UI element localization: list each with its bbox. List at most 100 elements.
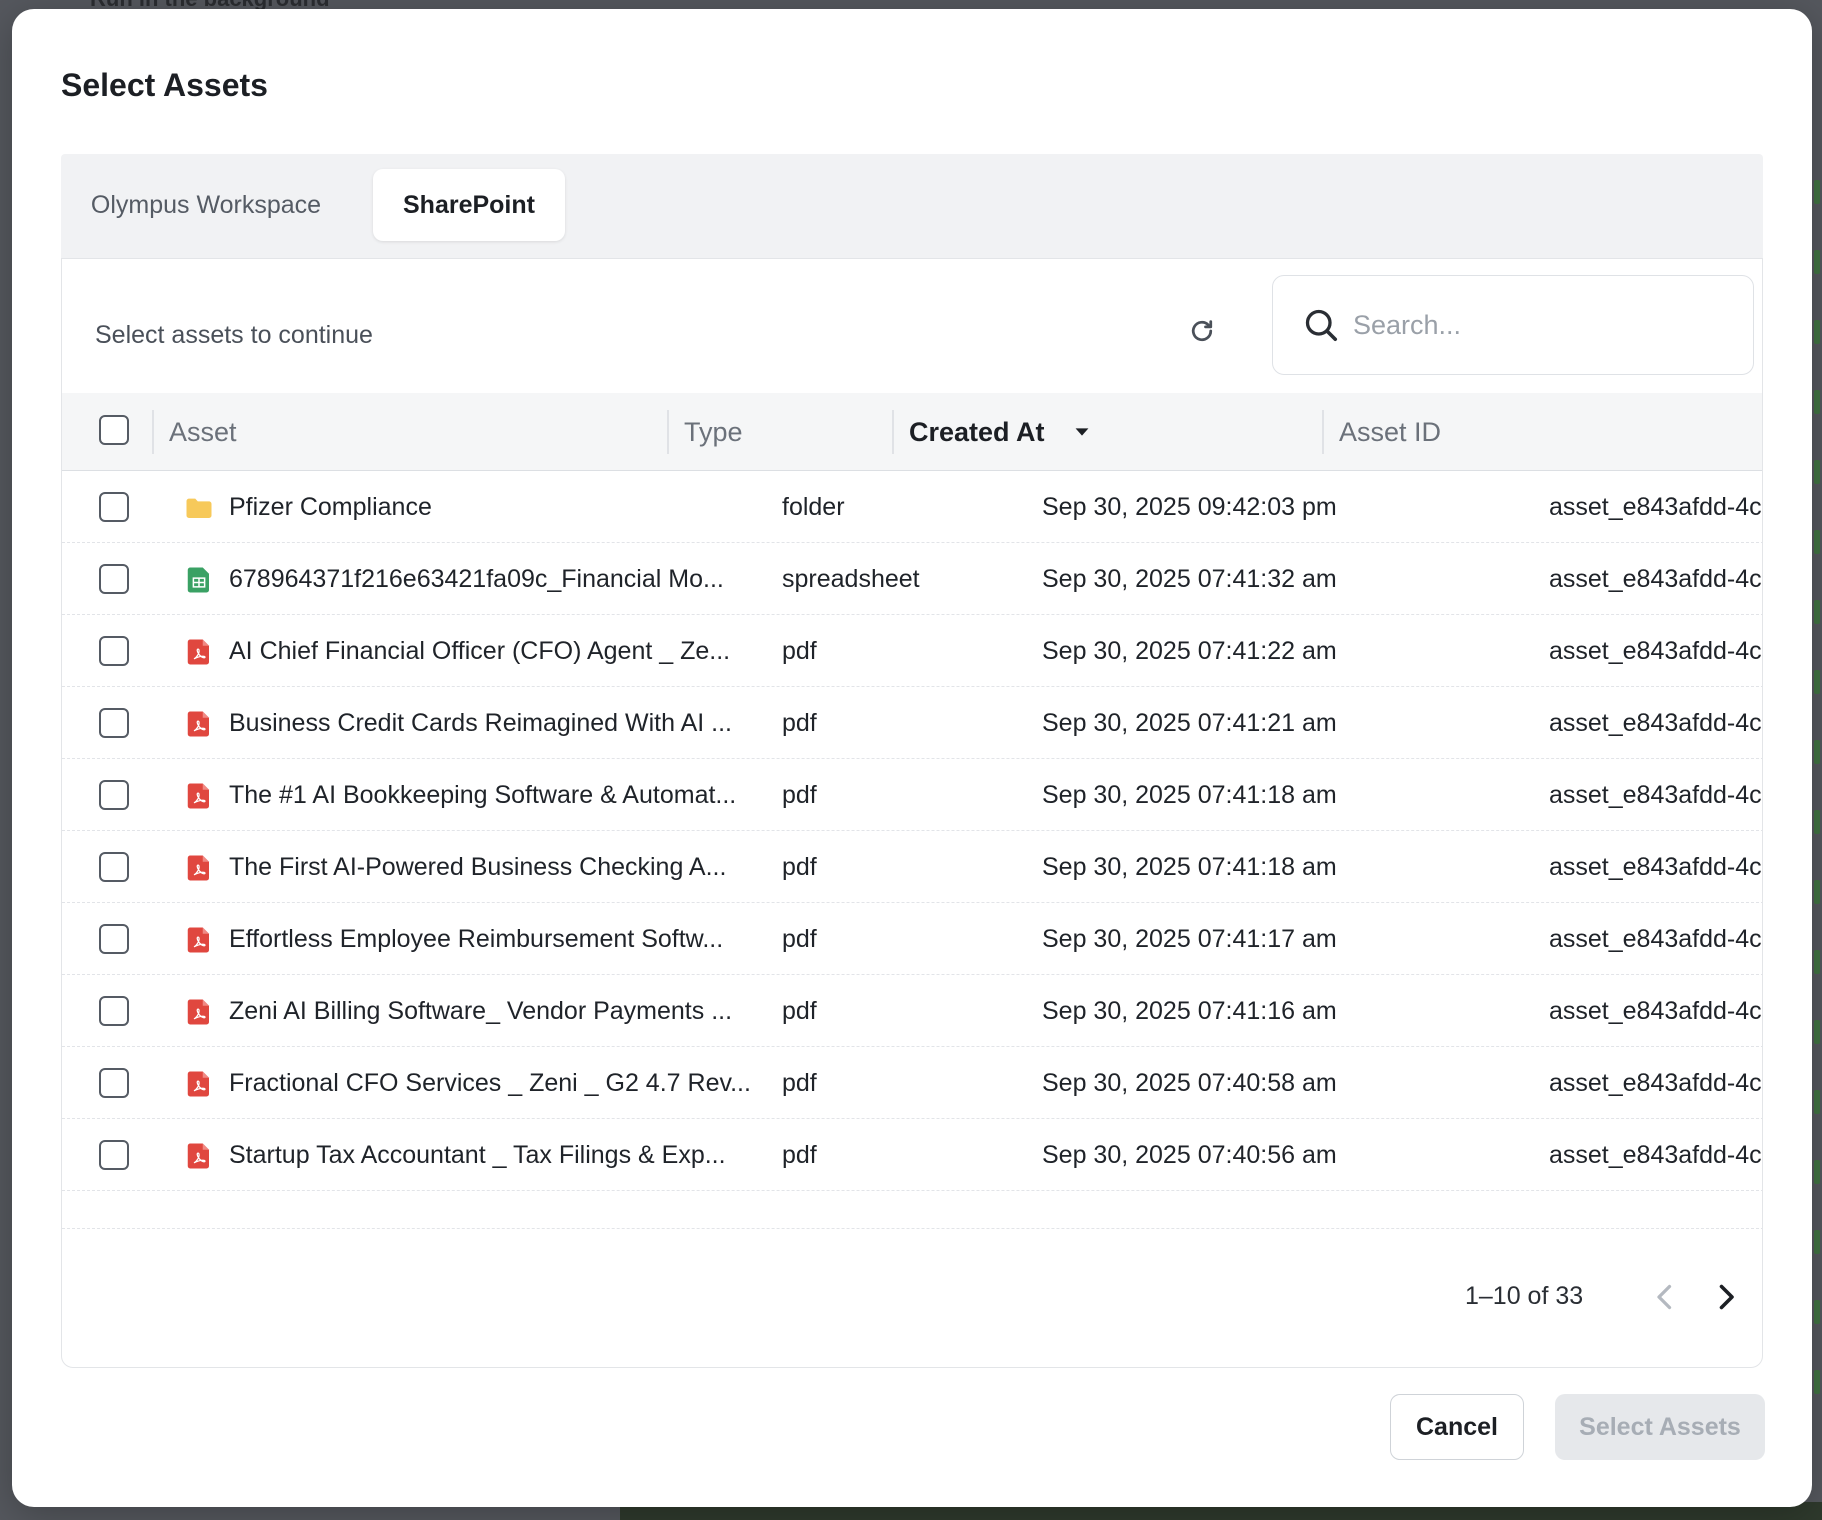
- select-assets-modal: Select Assets Olympus Workspace SharePoi…: [12, 9, 1812, 1507]
- pdf-icon: [184, 997, 214, 1027]
- asset-type: spreadsheet: [782, 564, 920, 593]
- column-header-asset-id[interactable]: Asset ID: [1339, 393, 1441, 471]
- asset-name: Effortless Employee Reimbursement Softw.…: [229, 924, 724, 953]
- source-tabs: Olympus Workspace SharePoint: [61, 154, 1763, 258]
- row-checkbox[interactable]: [99, 924, 129, 954]
- asset-name: Business Credit Cards Reimagined With AI…: [229, 708, 732, 737]
- asset-name: Startup Tax Accountant _ Tax Filings & E…: [229, 1140, 726, 1169]
- table-row[interactable]: Startup Tax Accountant _ Tax Filings & E…: [62, 1119, 1762, 1191]
- asset-created-at: Sep 30, 2025 07:41:21 am: [1042, 708, 1337, 737]
- asset-id: asset_e843afdd-4c: [1549, 708, 1762, 737]
- column-header-asset[interactable]: Asset: [169, 393, 237, 471]
- asset-type: pdf: [782, 636, 817, 665]
- row-checkbox[interactable]: [99, 636, 129, 666]
- asset-id: asset_e843afdd-4c: [1549, 996, 1762, 1025]
- chevron-left-icon: [1657, 1284, 1672, 1310]
- table-row[interactable]: AI Chief Financial Officer (CFO) Agent _…: [62, 615, 1762, 687]
- table-row[interactable]: Zeni AI Billing Software_ Vendor Payment…: [62, 975, 1762, 1047]
- row-checkbox[interactable]: [99, 996, 129, 1026]
- asset-type: pdf: [782, 1068, 817, 1097]
- asset-type: folder: [782, 492, 845, 521]
- refresh-button[interactable]: [1180, 309, 1224, 353]
- search-input[interactable]: [1353, 309, 1713, 341]
- pdf-icon: [184, 1141, 214, 1171]
- select-all-checkbox[interactable]: [99, 415, 129, 445]
- table-header: Asset Type Created At Asset ID: [62, 393, 1762, 471]
- asset-type: pdf: [782, 780, 817, 809]
- sort-desc-icon: [1075, 428, 1088, 436]
- asset-type: pdf: [782, 852, 817, 881]
- tab-sharepoint[interactable]: SharePoint: [373, 169, 565, 241]
- asset-created-at: Sep 30, 2025 09:42:03 pm: [1042, 492, 1337, 521]
- search-box[interactable]: [1272, 275, 1754, 375]
- modal-title: Select Assets: [61, 67, 268, 103]
- asset-name: The #1 AI Bookkeeping Software & Automat…: [229, 780, 737, 809]
- asset-created-at: Sep 30, 2025 07:40:56 am: [1042, 1140, 1337, 1169]
- pdf-icon: [184, 853, 214, 883]
- asset-id: asset_e843afdd-4c: [1549, 780, 1762, 809]
- asset-name: The First AI-Powered Business Checking A…: [229, 852, 727, 881]
- asset-type: pdf: [782, 1140, 817, 1169]
- pdf-icon: [184, 637, 214, 667]
- asset-type: pdf: [782, 708, 817, 737]
- asset-created-at: Sep 30, 2025 07:41:17 am: [1042, 924, 1337, 953]
- table-row[interactable]: Effortless Employee Reimbursement Softw.…: [62, 903, 1762, 975]
- asset-created-at: Sep 30, 2025 07:40:58 am: [1042, 1068, 1337, 1097]
- table-row[interactable]: Pfizer Compliance folder Sep 30, 2025 09:4…: [62, 471, 1762, 543]
- assets-panel: Select assets to continue Asset Type Cre…: [61, 258, 1763, 1368]
- asset-name: 678964371f216e63421fa09c_Financial Mo...: [229, 564, 724, 593]
- table-row[interactable]: The First AI-Powered Business Checking A…: [62, 831, 1762, 903]
- asset-created-at: Sep 30, 2025 07:41:32 am: [1042, 564, 1337, 593]
- column-separator: [892, 410, 894, 454]
- table-row[interactable]: Business Credit Cards Reimagined With AI…: [62, 687, 1762, 759]
- column-header-created-at-label: Created At: [909, 416, 1045, 447]
- row-checkbox[interactable]: [99, 1068, 129, 1098]
- asset-created-at: Sep 30, 2025 07:41:18 am: [1042, 780, 1337, 809]
- previous-page-button[interactable]: [1647, 1279, 1683, 1315]
- pagination-label: 1–10 of 33: [1465, 1282, 1584, 1310]
- tab-olympus-workspace[interactable]: Olympus Workspace: [86, 169, 326, 241]
- asset-created-at: Sep 30, 2025 07:41:22 am: [1042, 636, 1337, 665]
- chevron-right-icon: [1719, 1284, 1734, 1310]
- row-checkbox[interactable]: [99, 1140, 129, 1170]
- asset-type: pdf: [782, 924, 817, 953]
- asset-name: AI Chief Financial Officer (CFO) Agent _…: [229, 636, 731, 665]
- toolbar-label: Select assets to continue: [95, 321, 373, 349]
- asset-id: asset_e843afdd-4c: [1549, 492, 1762, 521]
- next-page-button[interactable]: [1708, 1279, 1744, 1315]
- row-checkbox[interactable]: [99, 708, 129, 738]
- row-checkbox[interactable]: [99, 564, 129, 594]
- background-right-edge: [1812, 180, 1822, 1480]
- asset-name: Fractional CFO Services _ Zeni _ G2 4.7 …: [229, 1068, 749, 1097]
- cancel-button[interactable]: Cancel: [1390, 1394, 1524, 1460]
- asset-created-at: Sep 30, 2025 07:41:16 am: [1042, 996, 1337, 1025]
- pdf-icon: [184, 925, 214, 955]
- pdf-icon: [184, 1069, 214, 1099]
- asset-created-at: Sep 30, 2025 07:41:18 am: [1042, 852, 1337, 881]
- row-checkbox[interactable]: [99, 852, 129, 882]
- asset-id: asset_e843afdd-4c: [1549, 636, 1762, 665]
- table-row[interactable]: The #1 AI Bookkeeping Software & Automat…: [62, 759, 1762, 831]
- asset-id: asset_e843afdd-4c: [1549, 924, 1762, 953]
- folder-icon: [184, 493, 214, 523]
- pdf-icon: [184, 781, 214, 811]
- asset-id: asset_e843afdd-4c: [1549, 1140, 1762, 1169]
- select-assets-button[interactable]: Select Assets: [1555, 1394, 1765, 1460]
- table-row[interactable]: Fractional CFO Services _ Zeni _ G2 4.7 …: [62, 1047, 1762, 1119]
- column-header-type[interactable]: Type: [684, 393, 743, 471]
- column-header-created-at[interactable]: Created At: [909, 393, 1093, 471]
- table-body: Pfizer Compliance folder Sep 30, 2025 09:4…: [62, 471, 1762, 1229]
- column-separator: [152, 410, 154, 454]
- spreadsheet-icon: [184, 565, 214, 595]
- column-separator: [1322, 410, 1324, 454]
- pdf-icon: [184, 709, 214, 739]
- column-separator: [667, 410, 669, 454]
- asset-id: asset_e843afdd-4c: [1549, 1068, 1762, 1097]
- table-empty-row: [62, 1191, 1762, 1229]
- asset-type: pdf: [782, 996, 817, 1025]
- asset-id: asset_e843afdd-4c: [1549, 852, 1762, 881]
- row-checkbox[interactable]: [99, 780, 129, 810]
- table-row[interactable]: 678964371f216e63421fa09c_Financial Mo...…: [62, 543, 1762, 615]
- asset-name: Pfizer Compliance: [229, 492, 432, 521]
- row-checkbox[interactable]: [99, 492, 129, 522]
